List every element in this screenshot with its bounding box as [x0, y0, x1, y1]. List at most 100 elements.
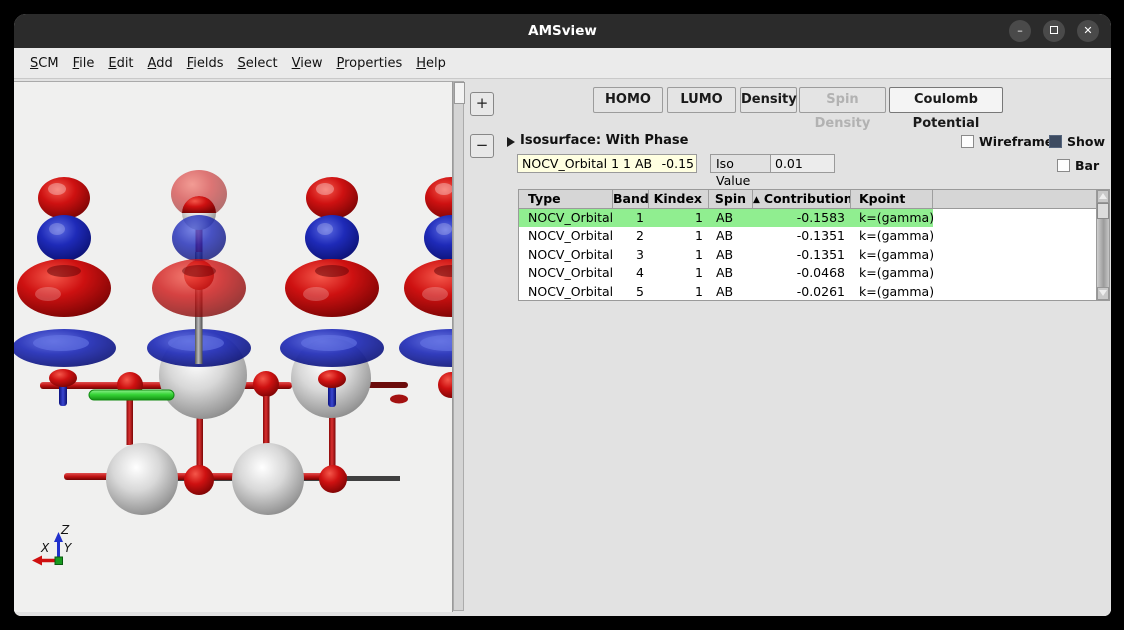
- cell-band: 3: [613, 246, 649, 264]
- menu-item-view[interactable]: View: [285, 56, 330, 71]
- menu-item-fields[interactable]: Fields: [180, 56, 231, 71]
- wireframe-checkbox-box[interactable]: [961, 135, 974, 148]
- tab-coulomb-potential[interactable]: Coulomb Potential: [889, 87, 1003, 113]
- orbital-select-field[interactable]: NOCV_Orbital 1 1 AB -0.15: [517, 154, 697, 173]
- cell-spin: AB: [709, 246, 753, 264]
- column-header-spin[interactable]: Spin: [709, 190, 753, 208]
- table-row[interactable]: NOCV_Orbital 2 1 AB -0.1351 k=(gamma): [519, 227, 1109, 245]
- table-header: Type Band Kindex Spin ▲Contribution Kpoi…: [519, 190, 1109, 209]
- fields-panel: + HOMO LUMO Density Spin Density Coulomb…: [465, 79, 1111, 616]
- disclosure-triangle-icon[interactable]: [507, 137, 515, 147]
- table-row-selected[interactable]: NOCV_Orbital 1 1 AB -0.1583 k=(gamma): [519, 209, 1109, 227]
- orbital-select-value: -0.15: [662, 156, 694, 171]
- title-bar[interactable]: AMSview – ✕: [14, 14, 1111, 48]
- minimize-icon: –: [1017, 24, 1023, 37]
- column-header-band[interactable]: Band: [613, 190, 649, 208]
- orbitals-table: Type Band Kindex Spin ▲Contribution Kpoi…: [518, 189, 1110, 301]
- tab-spin-density: Spin Density: [799, 87, 886, 113]
- cell-contribution: -0.1351: [753, 227, 851, 245]
- cell-contribution: -0.1351: [753, 246, 851, 264]
- arrow-down-icon: [1099, 290, 1107, 296]
- column-header-kindex[interactable]: Kindex: [649, 190, 709, 208]
- menu-item-add[interactable]: Add: [141, 56, 180, 71]
- axis-indicator: X Y Z: [32, 523, 73, 566]
- close-icon: ✕: [1083, 24, 1092, 37]
- menu-bar: SCM File Edit Add Fields Select View Pro…: [14, 48, 1111, 79]
- tab-lumo[interactable]: LUMO: [667, 87, 736, 113]
- column-header-type[interactable]: Type: [519, 190, 613, 208]
- cell-type: NOCV_Orbital: [519, 264, 613, 282]
- cell-kpoint: k=(gamma): [851, 227, 933, 245]
- iso-value-input[interactable]: 0.01: [770, 154, 835, 173]
- window-title: AMSview: [14, 14, 1111, 48]
- wireframe-checkbox-label: Wireframe: [979, 134, 1053, 149]
- show-checkbox-label: Show: [1067, 134, 1105, 149]
- maximize-button[interactable]: [1043, 20, 1065, 42]
- scroll-down-button[interactable]: [1097, 287, 1109, 300]
- wireframe-checkbox[interactable]: Wireframe: [961, 134, 1053, 149]
- menu-item-edit[interactable]: Edit: [101, 56, 140, 71]
- add-field-button[interactable]: +: [470, 92, 494, 116]
- remove-isosurface-button[interactable]: −: [470, 134, 494, 158]
- bar-checkbox-box[interactable]: [1057, 159, 1070, 172]
- axis-label-z: Z: [60, 523, 70, 537]
- menu-item-help[interactable]: Help: [409, 56, 453, 71]
- tab-density[interactable]: Density: [740, 87, 797, 113]
- amsview-window: AMSview – ✕ SCM File Edit Add Fields Sel…: [14, 14, 1111, 616]
- tab-homo[interactable]: HOMO: [593, 87, 663, 113]
- menu-item-file[interactable]: File: [66, 56, 102, 71]
- cell-contribution: -0.0468: [753, 264, 851, 282]
- cell-type: NOCV_Orbital: [519, 283, 613, 301]
- close-button[interactable]: ✕: [1077, 20, 1099, 42]
- molecule-3d-scene: X Y Z: [14, 82, 452, 612]
- table-row[interactable]: NOCV_Orbital 4 1 AB -0.0468 k=(gamma): [519, 264, 1109, 282]
- cell-filler: [933, 283, 1109, 301]
- cell-band: 2: [613, 227, 649, 245]
- cell-filler: [933, 227, 1109, 245]
- cell-band: 4: [613, 264, 649, 282]
- sort-ascending-icon: ▲: [753, 195, 760, 205]
- main-area: X Y Z + HOMO LUMO Density Spin Density C…: [14, 79, 1111, 616]
- menu-item-select[interactable]: Select: [231, 56, 285, 71]
- cell-kpoint: k=(gamma): [851, 283, 933, 301]
- scrollbar-thumb[interactable]: [1097, 203, 1109, 219]
- cell-kindex: 1: [649, 283, 709, 301]
- cell-kindex: 1: [649, 246, 709, 264]
- menu-item-properties[interactable]: Properties: [330, 56, 410, 71]
- menu-item-scm[interactable]: SCM: [23, 56, 66, 71]
- cell-contribution: -0.0261: [753, 283, 851, 301]
- bar-checkbox-label: Bar: [1075, 158, 1099, 173]
- bar-checkbox[interactable]: Bar: [1057, 158, 1099, 173]
- cell-contribution: -0.1583: [753, 209, 851, 227]
- show-checkbox[interactable]: Show: [1049, 134, 1105, 149]
- atoms-lower-row: [64, 443, 400, 515]
- column-header-contribution[interactable]: ▲Contribution: [753, 190, 851, 208]
- show-checkbox-box[interactable]: [1049, 135, 1062, 148]
- arrow-up-icon: [1099, 193, 1107, 199]
- orbital-select-text: NOCV_Orbital 1 1 AB: [522, 156, 652, 171]
- cell-filler: [933, 209, 1109, 227]
- table-scrollbar[interactable]: [1096, 190, 1109, 300]
- scroll-up-button[interactable]: [1097, 190, 1109, 203]
- cell-kpoint: k=(gamma): [851, 209, 933, 227]
- table-row[interactable]: NOCV_Orbital 5 1 AB -0.0261 k=(gamma): [519, 283, 1109, 301]
- axis-label-x: X: [40, 541, 50, 555]
- column-header-kpoint[interactable]: Kpoint: [851, 190, 933, 208]
- molecule-3d-viewport[interactable]: X Y Z: [14, 81, 453, 612]
- cell-spin: AB: [709, 283, 753, 301]
- cell-band: 1: [613, 209, 649, 227]
- selected-bond-highlight[interactable]: [89, 390, 174, 400]
- desktop: { "window": { "title": "AMSview", "contr…: [0, 0, 1124, 630]
- table-row[interactable]: NOCV_Orbital 3 1 AB -0.1351 k=(gamma): [519, 246, 1109, 264]
- column-header-filler: [933, 190, 1109, 208]
- splitter-thumb[interactable]: [454, 82, 465, 104]
- cell-kpoint: k=(gamma): [851, 264, 933, 282]
- cell-band: 5: [613, 283, 649, 301]
- cell-spin: AB: [709, 264, 753, 282]
- iso-value-label: Iso Value: [710, 154, 771, 173]
- minimize-button[interactable]: –: [1009, 20, 1031, 42]
- panel-splitter-scrollbar[interactable]: [453, 81, 464, 611]
- cell-filler: [933, 246, 1109, 264]
- cell-kindex: 1: [649, 264, 709, 282]
- cell-kindex: 1: [649, 209, 709, 227]
